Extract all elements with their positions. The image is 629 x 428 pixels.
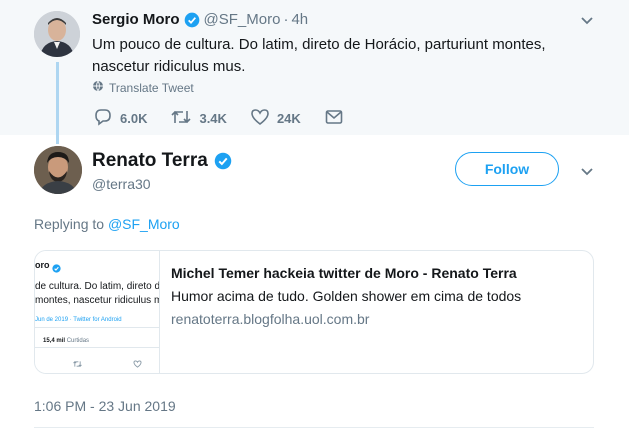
card-description: Humor acima de tudo. Golden shower em ci… [171,288,522,304]
heart-icon [133,355,142,373]
thumbnail-divider [35,327,159,328]
thumbnail-name: oro [35,260,50,270]
thumbnail-likes-count: 15,4 mil [43,338,66,344]
globe-icon [92,80,109,95]
retweet-count: 3.4K [199,111,227,126]
reply-icon [94,108,120,129]
verified-badge-icon [52,260,61,278]
like-count: 24K [276,111,301,126]
retweet-icon [171,108,199,129]
translate-tweet-link[interactable]: Translate Tweet [92,80,194,95]
parent-author-name[interactable]: Sergio Moro [92,11,180,28]
link-card[interactable]: oro de cultura. Do latim, direto de mont… [34,250,594,374]
direct-message-button[interactable] [325,108,351,129]
parent-tweet-time[interactable]: 4h [291,11,308,28]
thumbnail-likes: 15,4 mil Curtidas [43,338,89,344]
replying-to: Replying to @SF_Moro [34,216,180,232]
verified-badge-icon [184,12,200,28]
parent-tweet-text: Um pouco de cultura. Do latim, direto de… [92,36,546,75]
avatar-main[interactable] [34,146,82,194]
card-title: Michel Temer hackeia twitter de Moro - R… [171,265,517,281]
main-tweet-header: Renato Terra [92,150,232,172]
thumbnail-likes-label: Curtidas [66,338,90,344]
thumbnail-divider [35,347,159,348]
thumbnail-line-2: montes, nascetur ridiculus mus. [35,295,159,306]
thumbnail-line-1: de cultura. Do latim, direto de [35,281,160,292]
follow-button[interactable]: Follow [455,152,559,186]
main-author-handle[interactable]: @terra30 [92,176,151,192]
envelope-icon [325,108,351,129]
card-domain: renatoterra.blogfolha.uol.com.br [171,311,370,327]
separator-dot: · [283,11,289,28]
parent-tweet-header: Sergio Moro @SF_Moro · 4h [92,11,308,28]
main-author-name[interactable]: Renato Terra [92,150,208,172]
avatar-parent[interactable] [34,11,80,57]
thread-connector-line [56,62,59,144]
heart-icon [251,108,277,129]
parent-author-handle[interactable]: @SF_Moro [204,11,281,28]
replying-handle-link[interactable]: @SF_Moro [108,216,180,232]
parent-tweet-actions: 6.0K 3.4K 24K [94,108,375,129]
translate-label: Translate Tweet [109,80,194,95]
like-button[interactable]: 24K [251,108,301,129]
reply-count: 6.0K [120,111,148,126]
thumbnail-meta: Jun de 2019 · Twitter for Android [35,317,122,323]
chevron-down-icon[interactable] [580,165,594,184]
replying-prefix: Replying to [34,216,105,232]
chevron-down-icon[interactable] [580,14,594,33]
card-thumbnail: oro de cultura. Do latim, direto de mont… [35,251,160,373]
tweet-timestamp[interactable]: 1:06 PM - 23 Jun 2019 [34,398,176,414]
retweet-button[interactable]: 3.4K [171,108,227,129]
reply-button[interactable]: 6.0K [94,108,147,129]
verified-badge-icon [214,152,232,170]
retweet-icon [73,355,82,373]
